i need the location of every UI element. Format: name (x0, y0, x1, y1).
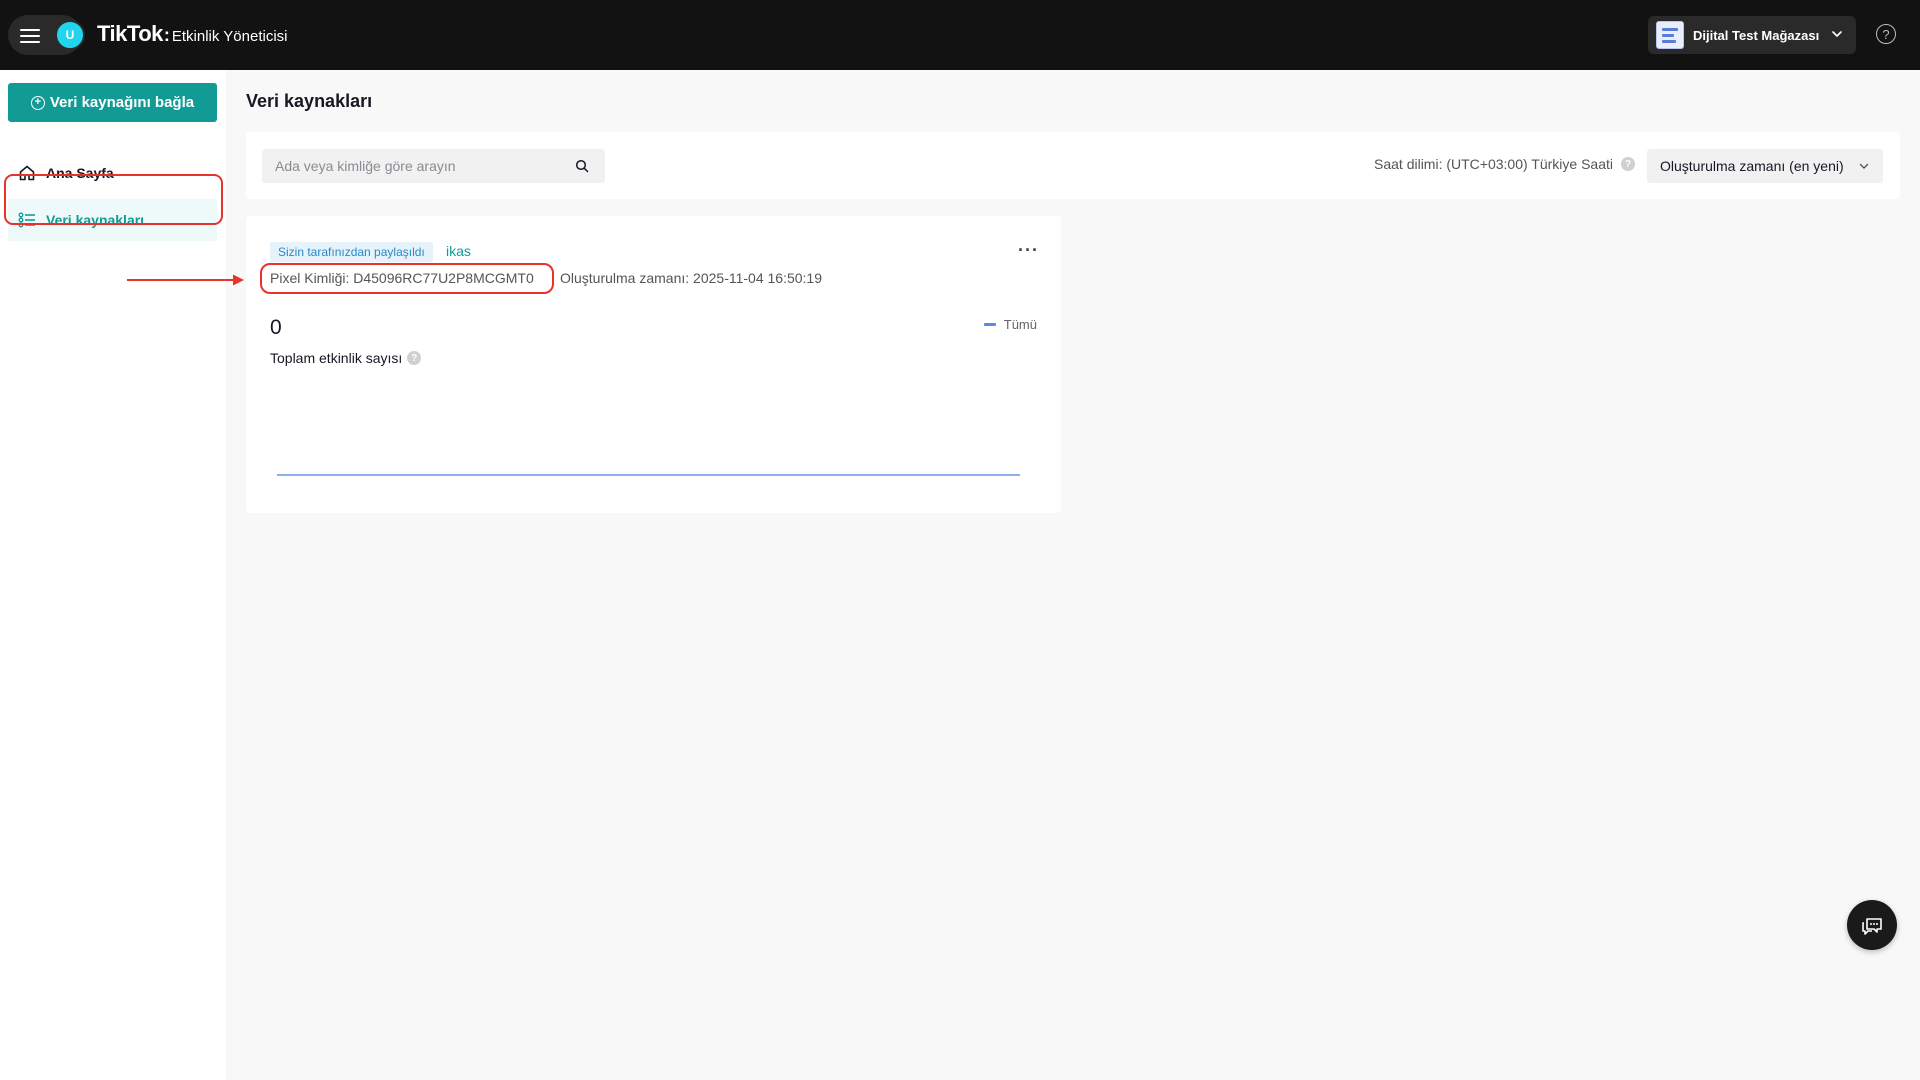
total-event-count: 0 (270, 316, 282, 339)
tiktok-logo: TikTok (97, 21, 163, 46)
sidebar-item-data-sources[interactable]: Veri kaynakları (8, 199, 217, 241)
sidebar-item-home[interactable]: Ana Sayfa (8, 152, 217, 194)
question-icon[interactable]: ? (1621, 157, 1635, 171)
app-title: Etkinlik Yöneticisi (171, 28, 288, 45)
sidebar-item-label: Veri kaynakları (46, 212, 145, 228)
timezone-label: Saat dilimi: (UTC+03:00) Türkiye Saati ? (1374, 156, 1635, 172)
more-options-icon[interactable]: ··· (1018, 240, 1039, 261)
home-icon (18, 164, 36, 182)
page-title: Veri kaynakları (246, 91, 373, 111)
top-bar: U TikTok : Etkinlik Yöneticisi Dijital T… (0, 0, 1920, 70)
total-event-label-text: Toplam etkinlik sayısı (270, 350, 403, 366)
chat-icon (1862, 918, 1882, 935)
help-icon[interactable]: ? (1876, 24, 1896, 44)
sort-select[interactable]: Oluşturulma zamanı (en yeni) (1647, 149, 1883, 183)
data-source-card: Sizin tarafınızdan paylaşıldı ikas ··· P… (246, 216, 1061, 513)
total-event-label: Toplam etkinlik sayısı ? (270, 350, 422, 366)
chart-series-line (277, 474, 1020, 476)
search-icon[interactable] (575, 159, 589, 173)
store-icon (1656, 21, 1684, 49)
sidebar-item-label: Ana Sayfa (46, 165, 114, 181)
chevron-down-icon (1859, 163, 1869, 169)
plus-circle-icon: + (30, 95, 45, 110)
chat-support-button[interactable] (1847, 900, 1897, 950)
list-icon (18, 211, 36, 229)
store-name: Dijital Test Mağazası (1693, 27, 1820, 43)
connect-data-source-label: Veri kaynağını bağla (49, 94, 195, 111)
sort-selected-value: Oluşturulma zamanı (en yeni) (1660, 158, 1844, 174)
shared-tag: Sizin tarafınızdan paylaşıldı (270, 242, 433, 262)
legend-label: Tümü (1003, 317, 1037, 332)
question-icon[interactable]: ? (407, 351, 422, 365)
chevron-down-icon (1832, 31, 1842, 37)
sidebar: + Veri kaynağını bağla Ana Sayfa Veri ka… (0, 70, 226, 1080)
legend-swatch (983, 323, 996, 326)
chart-legend[interactable]: Tümü (983, 317, 1037, 332)
brand[interactable]: TikTok : Etkinlik Yöneticisi (97, 21, 287, 47)
connect-data-source-button[interactable]: + Veri kaynağını bağla (8, 83, 217, 122)
avatar[interactable]: U (55, 20, 85, 50)
created-at: Oluşturulma zamanı: 2025-11-04 16:50:19 (560, 270, 823, 286)
source-name-link[interactable]: ikas (446, 243, 471, 259)
filter-bar: Saat dilimi: (UTC+03:00) Türkiye Saati ?… (246, 132, 1900, 199)
timezone-text: Saat dilimi: (UTC+03:00) Türkiye Saati (1374, 156, 1613, 172)
hamburger-menu-icon[interactable] (20, 26, 42, 44)
store-selector[interactable]: Dijital Test Mağazası (1648, 16, 1856, 54)
pixel-id: Pixel Kimliği: D45096RC77U2P8MCGMT0 (270, 270, 534, 286)
brand-colon: : (163, 25, 170, 45)
search-input[interactable] (275, 158, 565, 174)
annotation-arrow-icon (127, 274, 244, 286)
search-box[interactable] (262, 149, 605, 183)
menu-account-pill[interactable]: U (8, 15, 85, 55)
